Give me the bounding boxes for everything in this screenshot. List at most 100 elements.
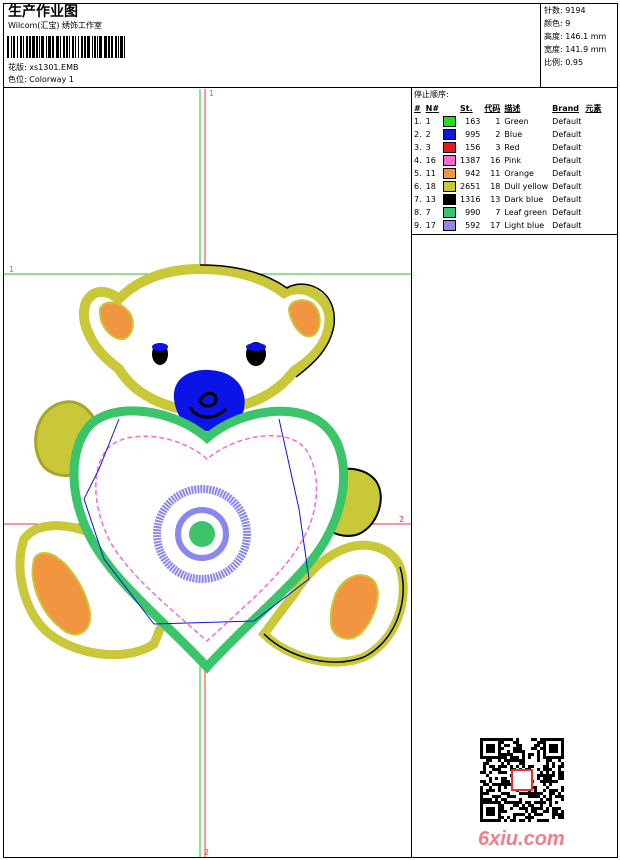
- row-brand: Default: [552, 156, 582, 165]
- qr-module: [483, 762, 486, 765]
- qr-module: [486, 738, 489, 741]
- qr-module: [486, 747, 489, 750]
- row-description: Red: [504, 143, 520, 152]
- qr-module: [558, 756, 561, 759]
- qr-module: [498, 804, 501, 807]
- barcode-bar: [36, 36, 38, 58]
- qr-module: [480, 801, 483, 804]
- qr-module: [546, 756, 549, 759]
- qr-module: [492, 738, 495, 741]
- qr-module: [498, 786, 501, 789]
- marker-right: 2: [399, 515, 404, 524]
- qr-module: [555, 756, 558, 759]
- qr-module: [492, 768, 495, 771]
- row-element: [583, 193, 603, 206]
- row-stitches: 1316: [460, 195, 481, 204]
- qr-module: [543, 747, 546, 750]
- barcode-bar: [78, 36, 79, 58]
- qr-module: [498, 750, 501, 753]
- page-title: 生产作业图: [8, 4, 78, 20]
- qr-module: [552, 756, 555, 759]
- barcode-bar: [108, 36, 110, 58]
- qr-module: [552, 780, 555, 783]
- qr-module: [486, 798, 489, 801]
- header-divider: [3, 87, 618, 88]
- qr-module: [510, 795, 513, 798]
- qr-module: [498, 801, 501, 804]
- qr-module: [546, 786, 549, 789]
- qr-module: [546, 762, 549, 765]
- barcode-bar: [99, 36, 102, 58]
- qr-module: [537, 759, 540, 762]
- qr-module: [486, 762, 489, 765]
- qr-module: [492, 744, 495, 747]
- qr-module: [498, 738, 501, 741]
- qr-module: [546, 759, 549, 762]
- table-row: 4. 16 1387 16 Pink Default: [412, 154, 603, 167]
- qr-module: [528, 765, 531, 768]
- qr-module: [513, 804, 516, 807]
- qr-module: [513, 813, 516, 816]
- qr-module: [540, 798, 543, 801]
- qr-module: [546, 819, 549, 822]
- qr-module: [555, 795, 558, 798]
- design-label: 花版:: [8, 63, 27, 72]
- qr-module: [492, 810, 495, 813]
- row-code: 13: [490, 195, 501, 204]
- qr-module: [555, 747, 558, 750]
- col-element-header: 元素: [585, 104, 602, 113]
- qr-module: [528, 813, 531, 816]
- qr-module: [531, 795, 534, 798]
- qr-module: [486, 810, 489, 813]
- qr-module: [480, 756, 483, 759]
- qr-module: [531, 807, 534, 810]
- qr-module: [489, 756, 492, 759]
- row-description: Green: [504, 117, 529, 126]
- qr-module: [534, 795, 537, 798]
- qr-module: [501, 810, 504, 813]
- color-swatch: [443, 168, 457, 179]
- row-needle: 17: [425, 221, 436, 230]
- qr-module: [534, 789, 537, 792]
- qr-module: [498, 744, 501, 747]
- row-description: Leaf green: [504, 208, 548, 217]
- qr-module: [522, 765, 525, 768]
- barcode-bar: [72, 36, 74, 58]
- row-element: [583, 141, 603, 154]
- qr-module: [522, 762, 525, 765]
- marker-top: 1: [209, 89, 214, 98]
- barcode-bar: [7, 36, 9, 58]
- qr-module: [486, 744, 489, 747]
- qr-module: [504, 738, 507, 741]
- row-description: Dark blue: [504, 195, 544, 204]
- qr-module: [549, 789, 552, 792]
- qr-module: [543, 768, 546, 771]
- row-swatch: [441, 206, 458, 219]
- row-index: 7.: [414, 195, 422, 204]
- qr-module: [480, 780, 483, 783]
- qr-module: [561, 747, 564, 750]
- barcode-bar: [92, 36, 93, 58]
- qr-module: [480, 771, 483, 774]
- qr-module: [492, 747, 495, 750]
- qr-module: [486, 807, 489, 810]
- qr-module: [552, 747, 555, 750]
- barcode-bar: [20, 36, 22, 58]
- qr-module: [480, 750, 483, 753]
- qr-module: [489, 744, 492, 747]
- qr-module: [540, 801, 543, 804]
- row-element: [583, 167, 603, 180]
- qr-module: [555, 738, 558, 741]
- row-brand: Default: [552, 195, 582, 204]
- qr-module: [483, 783, 486, 786]
- qr-module: [507, 762, 510, 765]
- row-needle: 13: [425, 195, 436, 204]
- qr-module: [546, 768, 549, 771]
- qr-module: [486, 813, 489, 816]
- qr-module: [513, 747, 516, 750]
- qr-module: [504, 744, 507, 747]
- qr-module: [540, 741, 543, 744]
- qr-module: [552, 744, 555, 747]
- qr-module: [501, 741, 504, 744]
- barcode-bar: [87, 36, 90, 58]
